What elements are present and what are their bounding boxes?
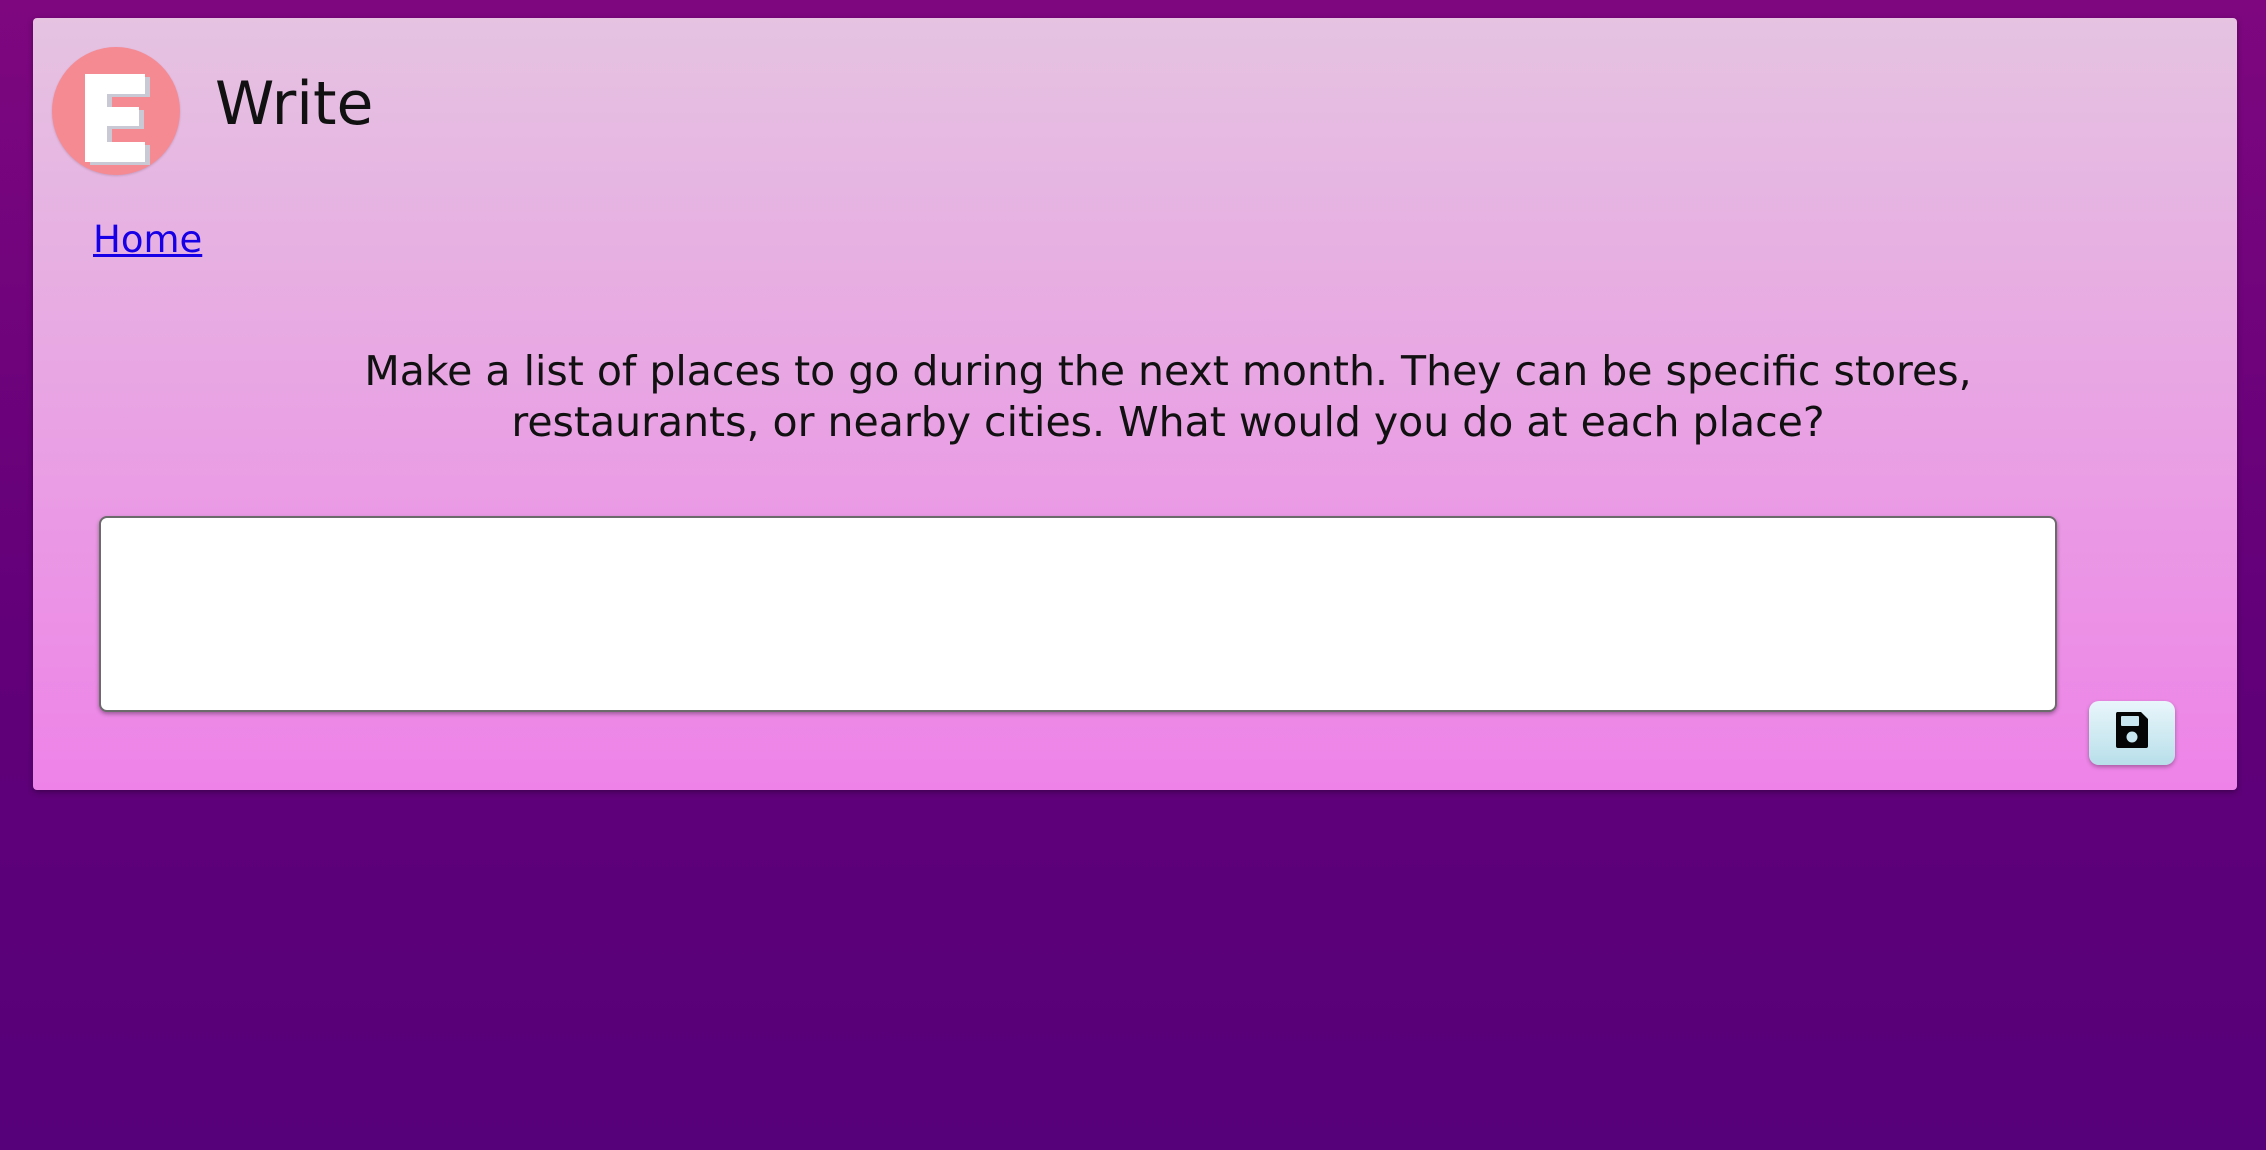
save-button[interactable]	[2089, 701, 2175, 765]
floppy-disk-icon	[2115, 712, 2148, 748]
write-card: E Write Home Make a list of places to go…	[33, 18, 2237, 790]
writing-prompt: Make a list of places to go during the n…	[364, 347, 1972, 446]
page-title: Write	[215, 69, 374, 139]
app-logo: E	[52, 47, 180, 175]
answer-textarea[interactable]	[99, 516, 2057, 712]
home-link[interactable]: Home	[93, 218, 202, 262]
logo-letter: E	[52, 47, 53, 48]
logo-letter-e-icon: E	[52, 47, 150, 165]
